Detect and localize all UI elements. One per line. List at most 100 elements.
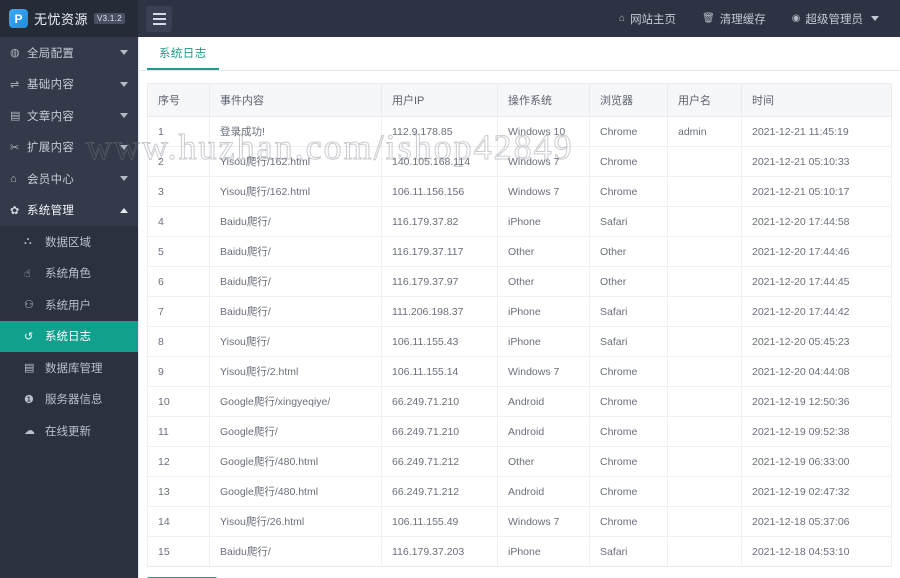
brand-logo[interactable]: P 无忧资源 V3.1.2 bbox=[0, 0, 138, 37]
cell-os: Android bbox=[497, 386, 590, 417]
sitemap-icon: ⛬ bbox=[24, 235, 32, 248]
cell-user-ip: 66.249.71.212 bbox=[381, 446, 498, 477]
cell-username bbox=[667, 416, 742, 447]
sidebar-item-member-center[interactable]: ⌂ 会员中心 bbox=[0, 163, 138, 195]
cell-time: 2021-12-20 17:44:45 bbox=[741, 266, 892, 297]
cell-index: 3 bbox=[147, 176, 210, 207]
table-row: 13 Google爬行/480.html 66.249.71.212 Android C… bbox=[147, 476, 892, 507]
top-nav: ⌂ 网站主页 🗑 清理缓存 ◉ 超级管理员 bbox=[606, 0, 900, 37]
cell-index: 15 bbox=[147, 536, 210, 567]
cell-time: 2021-12-19 12:50:36 bbox=[741, 386, 892, 417]
top-bar: P 无忧资源 V3.1.2 ⌂ 网站主页 🗑 清理缓存 ◉ 超级管理员 bbox=[0, 0, 900, 37]
sidebar-item-system-management[interactable]: ✿ 系统管理 bbox=[0, 195, 138, 227]
sidebar-label-online-update: 在线更新 bbox=[45, 425, 91, 438]
sidebar-item-database-management[interactable]: ▤ 数据库管理 bbox=[0, 352, 138, 384]
col-header-browser: 浏览器 bbox=[589, 83, 668, 117]
cell-user-ip: 106.11.155.43 bbox=[381, 326, 498, 357]
topnav-item-clear-cache[interactable]: 🗑 清理缓存 bbox=[689, 0, 779, 37]
tab-system-log[interactable]: 系统日志 bbox=[147, 45, 219, 70]
tab-bar: 系统日志 bbox=[139, 37, 900, 71]
cell-browser: Safari bbox=[589, 206, 668, 237]
sidebar-item-server-info[interactable]: ❶ 服务器信息 bbox=[0, 384, 138, 416]
cell-user-ip: 111.206.198.37 bbox=[381, 296, 498, 327]
col-header-username: 用户名 bbox=[667, 83, 742, 117]
brand-name: 无忧资源 bbox=[34, 12, 89, 27]
cell-time: 2021-12-20 05:45:23 bbox=[741, 326, 892, 357]
table-row: 15 Baidu爬行/116.179.37.203 iPhone Safari 2021… bbox=[147, 536, 892, 567]
cell-os: iPhone bbox=[497, 206, 590, 237]
chevron-down-icon bbox=[871, 16, 879, 21]
cell-username bbox=[667, 206, 742, 237]
cell-os: Other bbox=[497, 446, 590, 477]
cell-username bbox=[667, 536, 742, 567]
cell-browser: Chrome bbox=[589, 416, 668, 447]
cell-time: 2021-12-18 04:53:10 bbox=[741, 536, 892, 567]
cell-browser: Chrome bbox=[589, 116, 668, 147]
cell-os: iPhone bbox=[497, 536, 590, 567]
cell-user-ip: 116.179.37.82 bbox=[381, 206, 498, 237]
cell-time: 2021-12-20 17:44:58 bbox=[741, 206, 892, 237]
cell-browser: Chrome bbox=[589, 356, 668, 387]
cell-event: Baidu爬行/ bbox=[209, 536, 382, 567]
cell-time: 2021-12-18 05:37:06 bbox=[741, 506, 892, 537]
cell-browser: Chrome bbox=[589, 146, 668, 177]
cell-index: 6 bbox=[147, 266, 210, 297]
version-badge: V3.1.2 bbox=[94, 13, 125, 24]
hamburger-menu-icon[interactable] bbox=[146, 5, 172, 32]
chevron-down-icon bbox=[120, 113, 128, 119]
sidebar-item-extension-content[interactable]: ✂ 扩展内容 bbox=[0, 132, 138, 164]
chevron-down-icon bbox=[120, 81, 128, 87]
cell-time: 2021-12-19 09:52:38 bbox=[741, 416, 892, 447]
sidebar-item-online-update[interactable]: ☁ 在线更新 bbox=[0, 415, 138, 447]
content-area: 序号 事件内容 用户IP 操作系统 浏览器 用户名 时间 1 登录成功! 112.9… bbox=[139, 71, 900, 578]
cell-time: 2021-12-20 04:44:08 bbox=[741, 356, 892, 387]
admin-page: P 无忧资源 V3.1.2 ⌂ 网站主页 🗑 清理缓存 ◉ 超级管理员 ◍ 全局… bbox=[0, 0, 900, 578]
system-log-table: 序号 事件内容 用户IP 操作系统 浏览器 用户名 时间 1 登录成功! 112.9… bbox=[147, 83, 892, 567]
topnav-item-home[interactable]: ⌂ 网站主页 bbox=[606, 0, 689, 37]
sliders-icon: ⇌ bbox=[10, 78, 20, 91]
cell-browser: Safari bbox=[589, 326, 668, 357]
cell-os: Android bbox=[497, 416, 590, 447]
cell-user-ip: 106.11.156.156 bbox=[381, 176, 498, 207]
cell-username: admin bbox=[667, 116, 742, 147]
cell-os: iPhone bbox=[497, 296, 590, 327]
cell-browser: Other bbox=[589, 266, 668, 297]
cell-index: 14 bbox=[147, 506, 210, 537]
cell-event: Google爬行/480.html bbox=[209, 476, 382, 507]
cell-browser: Chrome bbox=[589, 476, 668, 507]
cell-index: 7 bbox=[147, 296, 210, 327]
puzzle-icon: ✂ bbox=[10, 141, 20, 154]
cell-event: Baidu爬行/ bbox=[209, 296, 382, 327]
cell-user-ip: 106.11.155.49 bbox=[381, 506, 498, 537]
cell-user-ip: 116.179.37.117 bbox=[381, 236, 498, 267]
sidebar-filler bbox=[0, 446, 138, 578]
sidebar-submenu-system: ⛬ 数据区域 ☝ 系统角色 ⚇ 系统用户 ↺ 系统日志 ▤ 数据库管理 ❶ 服务… bbox=[0, 226, 138, 447]
cell-index: 8 bbox=[147, 326, 210, 357]
cell-user-ip: 66.249.71.210 bbox=[381, 416, 498, 447]
cell-time: 2021-12-21 11:45:19 bbox=[741, 116, 892, 147]
cell-event: Baidu爬行/ bbox=[209, 236, 382, 267]
cell-user-ip: 66.249.71.212 bbox=[381, 476, 498, 507]
table-row: 8 Yisou爬行/106.11.155.43 iPhone Safari 2021-1… bbox=[147, 326, 892, 357]
sidebar-item-system-log[interactable]: ↺ 系统日志 bbox=[0, 320, 138, 352]
sidebar-item-system-roles[interactable]: ☝ 系统角色 bbox=[0, 258, 138, 290]
cell-time: 2021-12-20 17:44:42 bbox=[741, 296, 892, 327]
sidebar-label-basic-content: 基础内容 bbox=[27, 79, 75, 92]
col-header-time: 时间 bbox=[741, 83, 892, 117]
cell-username bbox=[667, 236, 742, 267]
sidebar-item-global-config[interactable]: ◍ 全局配置 bbox=[0, 37, 138, 69]
sidebar-item-system-users[interactable]: ⚇ 系统用户 bbox=[0, 289, 138, 321]
cell-index: 5 bbox=[147, 236, 210, 267]
cell-browser: Chrome bbox=[589, 386, 668, 417]
sidebar-label-system-roles: 系统角色 bbox=[45, 268, 91, 281]
users-icon: ⚇ bbox=[24, 299, 34, 312]
sidebar-item-basic-content[interactable]: ⇌ 基础内容 bbox=[0, 69, 138, 101]
topnav-label-clear-cache: 清理缓存 bbox=[719, 13, 766, 26]
sidebar-item-data-region[interactable]: ⛬ 数据区域 bbox=[0, 226, 138, 258]
topnav-item-user[interactable]: ◉ 超级管理员 bbox=[779, 0, 892, 37]
cell-user-ip: 112.9.178.85 bbox=[381, 116, 498, 147]
cell-event: Google爬行/480.html bbox=[209, 446, 382, 477]
sidebar: ◍ 全局配置 ⇌ 基础内容 ▤ 文章内容 ✂ 扩展内容 ⌂ 会员中心 ✿ 系统管… bbox=[0, 37, 138, 578]
sidebar-item-article-content[interactable]: ▤ 文章内容 bbox=[0, 100, 138, 132]
cell-event: Yisou爬行/26.html bbox=[209, 506, 382, 537]
